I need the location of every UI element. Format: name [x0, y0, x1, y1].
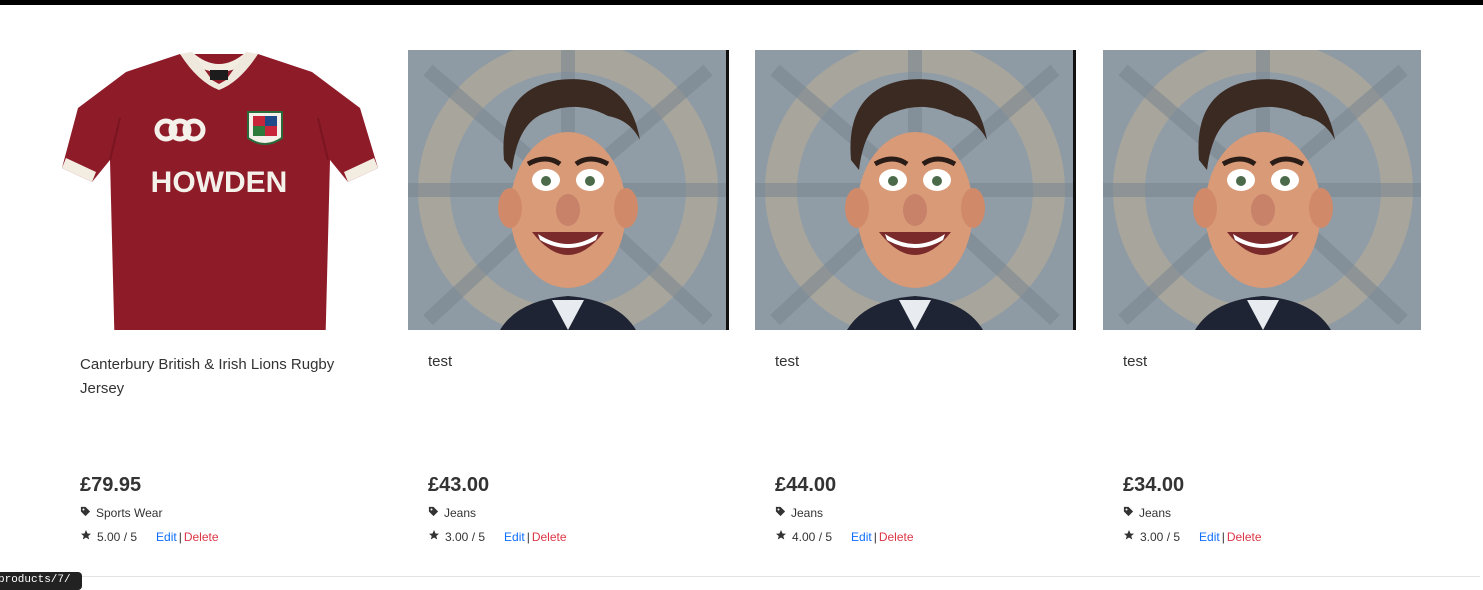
product-title[interactable]: test — [1123, 350, 1413, 374]
tag-icon — [775, 506, 786, 520]
tag-icon — [428, 506, 439, 520]
product-actions: Edit | Delete — [851, 530, 914, 544]
product-card[interactable]: test £43.00 Jeans 3.00 / 5 Edit | Delete — [408, 50, 726, 560]
action-separator: | — [526, 529, 530, 544]
delete-link[interactable]: Delete — [879, 530, 914, 544]
product-title[interactable]: Canterbury British & Irish Lions Rugby J… — [80, 353, 370, 401]
delete-link[interactable]: Delete — [1227, 530, 1262, 544]
edit-link[interactable]: Edit — [851, 530, 872, 544]
top-bar — [0, 0, 1483, 5]
action-separator: | — [1221, 529, 1225, 544]
product-actions: Edit | Delete — [156, 530, 219, 544]
product-price: £43.00 — [428, 474, 490, 496]
star-icon — [428, 529, 440, 544]
star-icon — [80, 529, 92, 544]
category-label: Jeans — [791, 506, 824, 520]
product-category[interactable]: Jeans — [775, 506, 823, 520]
action-separator: | — [178, 529, 182, 544]
rating-value: 4.00 / 5 — [792, 529, 833, 544]
product-image[interactable] — [1103, 50, 1421, 330]
star-icon — [1123, 529, 1135, 544]
rating-value: 3.00 / 5 — [1140, 529, 1181, 544]
product-image[interactable]: HOWDEN — [60, 50, 378, 330]
product-card[interactable]: test £44.00 Jeans 4.00 / 5 Edit | Delete — [755, 50, 1073, 560]
rating-value: 3.00 / 5 — [445, 529, 486, 544]
category-label: Jeans — [1139, 506, 1172, 520]
rugby-jersey-image: HOWDEN — [62, 52, 378, 330]
edit-link[interactable]: Edit — [156, 530, 177, 544]
product-rating-row: 3.00 / 5 Edit | Delete — [1123, 529, 1262, 544]
jersey-sponsor-text: HOWDEN — [151, 166, 288, 199]
edit-link[interactable]: Edit — [1199, 530, 1220, 544]
tag-icon — [80, 506, 91, 520]
status-url-tooltip: products/7/ — [0, 572, 82, 590]
edit-link[interactable]: Edit — [504, 530, 525, 544]
product-category[interactable]: Jeans — [428, 506, 476, 520]
product-price: £44.00 — [775, 474, 837, 496]
rating-value: 5.00 / 5 — [97, 529, 138, 544]
product-title[interactable]: test — [775, 350, 1065, 374]
product-card[interactable]: test £34.00 Jeans 3.00 / 5 Edit | Delete — [1103, 50, 1421, 560]
product-actions: Edit | Delete — [1199, 530, 1262, 544]
star-icon — [775, 529, 787, 544]
product-card[interactable]: HOWDEN Canterbury British & Irish Lions … — [60, 50, 378, 560]
product-title[interactable]: test — [428, 350, 718, 374]
product-image[interactable] — [408, 50, 726, 330]
product-price: £34.00 — [1123, 474, 1185, 496]
product-rating-row: 4.00 / 5 Edit | Delete — [775, 529, 914, 544]
product-grid: HOWDEN Canterbury British & Irish Lions … — [60, 50, 1423, 560]
divider — [60, 576, 1480, 577]
action-separator: | — [873, 529, 877, 544]
product-rating-row: 3.00 / 5 Edit | Delete — [428, 529, 567, 544]
tag-icon — [1123, 506, 1134, 520]
delete-link[interactable]: Delete — [532, 530, 567, 544]
product-image[interactable] — [755, 50, 1073, 330]
caricature-image — [755, 50, 1073, 330]
product-category[interactable]: Jeans — [1123, 506, 1171, 520]
delete-link[interactable]: Delete — [184, 530, 219, 544]
product-actions: Edit | Delete — [504, 530, 567, 544]
caricature-image — [1103, 50, 1421, 330]
category-label: Jeans — [444, 506, 477, 520]
caricature-image — [408, 50, 726, 330]
product-category[interactable]: Sports Wear — [80, 506, 162, 520]
product-price: £79.95 — [80, 474, 142, 496]
category-label: Sports Wear — [96, 506, 163, 520]
product-rating-row: 5.00 / 5 Edit | Delete — [80, 529, 219, 544]
